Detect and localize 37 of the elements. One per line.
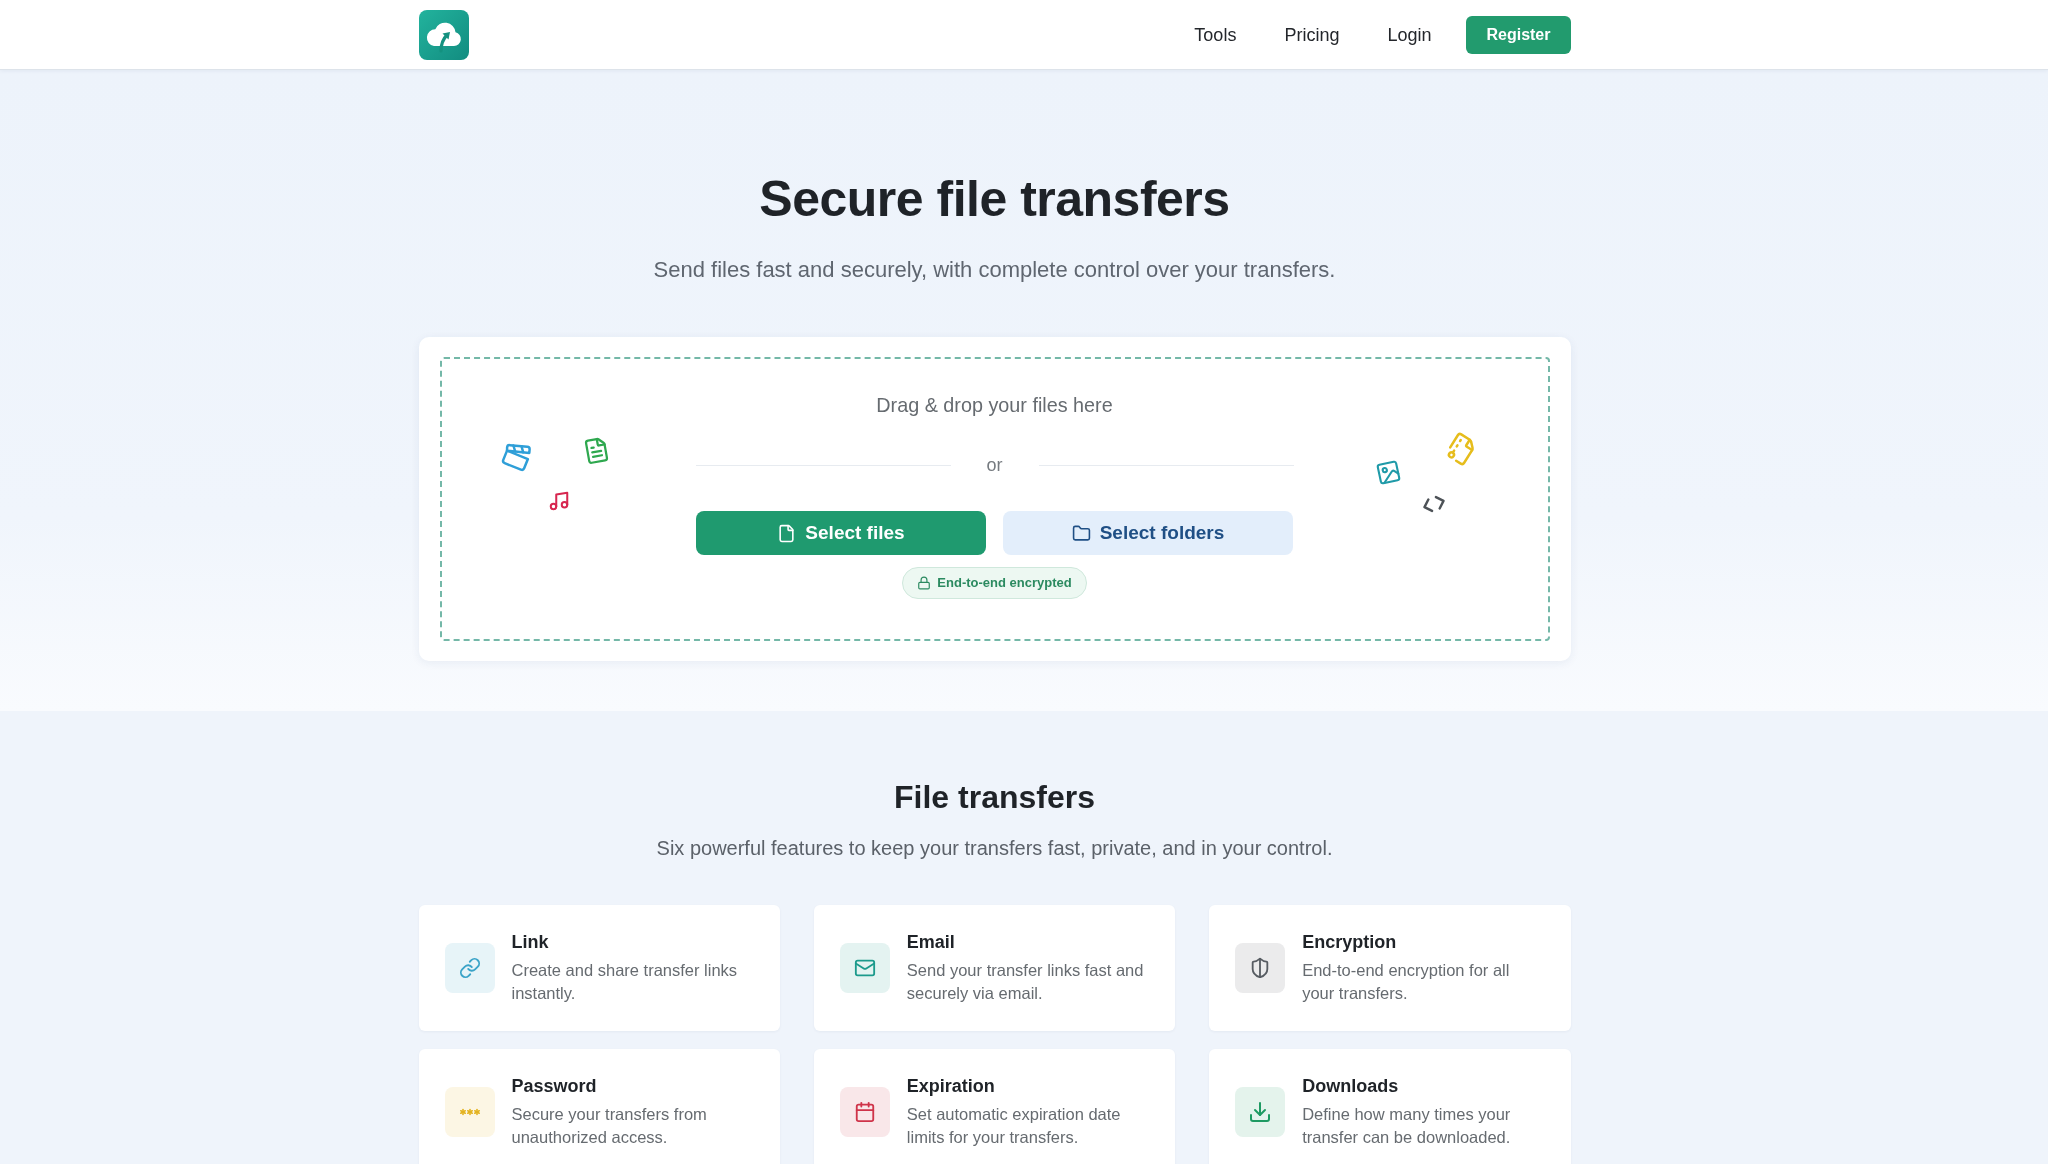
envelope-icon — [839, 943, 890, 993]
drop-zone[interactable]: Drag & drop your files here or Select files Select folders End-to-end encrypted — [439, 357, 1550, 641]
select-folders-button[interactable]: Select folders — [1003, 511, 1293, 555]
feature-title: Link — [511, 931, 550, 953]
hero-title: Secure file transfers — [759, 170, 1230, 229]
shield-icon — [1235, 943, 1286, 993]
select-files-button[interactable]: Select files — [696, 511, 986, 555]
register-button[interactable]: Register — [1466, 15, 1571, 54]
feature-description: Secure your transfers from unauthorized access. — [511, 1104, 708, 1148]
feature-description: End-to-end encryption for all your transfers. — [1302, 960, 1511, 1004]
feature-description: Create and share transfer links instantly. — [511, 960, 739, 1004]
chain-link-icon — [444, 943, 495, 993]
or-separator: or — [986, 454, 1003, 477]
asterisks-icon — [444, 1087, 495, 1137]
download-icon — [1235, 1087, 1286, 1137]
calendar-icon — [839, 1087, 890, 1137]
music-note-icon — [547, 490, 570, 512]
drop-prompt: Drag & drop your files here — [876, 393, 1113, 417]
feature-title: Downloads — [1302, 1075, 1400, 1097]
feature-description: Send your transfer links fast and securely via email. — [906, 960, 1145, 1004]
nav-link[interactable]: Login — [1380, 15, 1439, 54]
section-title: File transfers — [894, 778, 1095, 817]
lock-icon — [917, 576, 932, 590]
feature-title: Password — [511, 1075, 598, 1097]
file-icon — [777, 523, 797, 543]
cloud-upload-logo[interactable] — [418, 9, 469, 60]
feature-title: Encryption — [1302, 931, 1398, 953]
nav-link[interactable]: Pricing — [1277, 15, 1347, 54]
feature-title: Email — [906, 931, 956, 953]
feature-description: Set automatic expiration date limits for your transfers. — [906, 1104, 1122, 1148]
hero-subtitle: Send files fast and securely, with complete control over your transfers. — [653, 256, 1336, 284]
badge-text: End-to-end encrypted — [937, 575, 1072, 591]
nav-link[interactable]: Tools — [1187, 15, 1244, 54]
section-subtitle: Six powerful features to keep your transfers fast, private, and in your control. — [656, 836, 1333, 861]
folder-icon — [1071, 523, 1091, 543]
feature-description: Define how many times your transfer can be downloaded. — [1302, 1104, 1512, 1148]
feature-title: Expiration — [906, 1075, 996, 1097]
